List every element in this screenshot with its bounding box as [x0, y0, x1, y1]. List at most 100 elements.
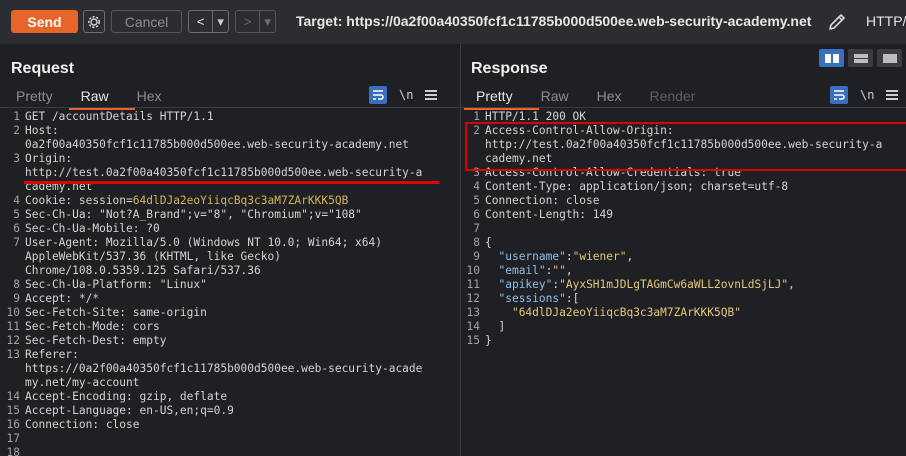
line-text	[485, 278, 498, 292]
line-number: 3	[13, 152, 20, 165]
line-text: Accept: */*	[25, 292, 100, 305]
toolbar: Send Cancel < ▾ > ▾ Target: https://0a2f…	[0, 0, 906, 44]
code-line: 10 "email": "",	[466, 264, 882, 278]
line-text: https://0a2f00a40350fcf1c11785b000d500ee…	[25, 362, 423, 375]
line-text: Sec-Ch-Ua-Mobile: ?0	[25, 222, 160, 235]
line-number: 7	[473, 222, 480, 235]
request-tab-underline	[0, 107, 460, 108]
newline-icon[interactable]: \n	[399, 88, 413, 102]
line-text: Host:	[25, 124, 59, 137]
code-line: 16 Connection: close	[6, 418, 422, 432]
split-columns-toggle[interactable]	[819, 49, 844, 67]
forward-history-dropdown[interactable]: ▾	[259, 11, 275, 32]
line-value: "wiener"	[572, 250, 627, 263]
code-line: 15 Accept-Language: en-US,en;q=0.9	[6, 404, 422, 418]
response-tab-pretty[interactable]: Pretty	[464, 88, 539, 110]
response-tab-raw[interactable]: Raw	[541, 88, 583, 106]
response-wrap-toggle[interactable]	[830, 86, 848, 104]
gear-icon	[88, 15, 100, 28]
protocol-label[interactable]: HTTP/	[866, 13, 906, 29]
back-nav-group: < ▾	[188, 10, 229, 33]
line-number: 8	[13, 278, 20, 291]
code-line: my.net/my-account	[6, 376, 422, 390]
line-text: Sec-Fetch-Site: same-origin	[25, 306, 207, 319]
acao-header-highlight	[465, 122, 906, 171]
line-value: "AyxSH1mJDLgTAGmCw6aWLL2ovnLdSjLJ"	[559, 278, 789, 291]
line-number: 9	[473, 250, 480, 263]
line-number: 16	[6, 418, 20, 431]
split-columns-icon	[824, 53, 839, 63]
send-button[interactable]: Send	[11, 10, 78, 33]
split-rows-toggle[interactable]	[848, 49, 873, 67]
code-line: 13 "64dlDJa2eoYiiqcBq3c3aM7ZArKKK5QB"	[466, 306, 882, 320]
wrap-icon	[373, 90, 384, 100]
forward-nav-group: > ▾	[235, 10, 276, 33]
request-editor[interactable]: 1 GET /accountDetails HTTP/1.1 2 Host: 0a2f0…	[6, 110, 423, 456]
line-text: Content-Type: application/json; charset=…	[485, 180, 789, 193]
json-separator: ,	[565, 264, 573, 277]
forward-button[interactable]: >	[236, 11, 259, 32]
back-history-dropdown[interactable]: ▾	[212, 11, 228, 32]
response-view-tools: \n	[830, 86, 899, 104]
code-line: 4 Cookie: session= 64dlDJa2eoYiiqcBq3c3aM7…	[6, 194, 422, 208]
line-value: "64dlDJa2eoYiiqcBq3c3aM7ZArKKK5QB"	[511, 306, 741, 319]
edit-target-button[interactable]	[826, 11, 848, 33]
line-text	[485, 292, 498, 306]
request-wrap-toggle[interactable]	[369, 86, 387, 104]
response-tab-underline	[461, 107, 906, 108]
line-value: ""	[552, 264, 566, 277]
line-number: 4	[473, 180, 480, 193]
line-text: Referer:	[25, 348, 79, 361]
line-text: {	[485, 236, 492, 249]
response-tab-render[interactable]: Render	[650, 88, 710, 106]
menu-icon[interactable]	[425, 90, 438, 100]
line-text: AppleWebKit/537.36 (KHTML, like Gecko)	[25, 250, 281, 263]
code-line: 17	[6, 432, 422, 446]
line-text: http://test.0a2f00a40350fcf1c11785b000d5…	[25, 166, 423, 179]
line-number	[6, 138, 20, 152]
pane-divider[interactable]	[460, 44, 461, 456]
menu-icon[interactable]	[886, 90, 899, 100]
request-tab-hex[interactable]: Hex	[137, 88, 176, 106]
code-line: 9 Accept: */*	[6, 292, 422, 306]
request-tab-pretty[interactable]: Pretty	[16, 88, 67, 106]
single-pane-toggle[interactable]	[877, 49, 902, 67]
line-value: 64dlDJa2eoYiiqcBq3c3aM7ZArKKK5QB	[132, 194, 349, 207]
code-line: 4 Content-Type: application/json; charset…	[466, 180, 882, 194]
line-number	[6, 362, 20, 376]
line-number: 13	[6, 348, 20, 361]
response-tab-hex[interactable]: Hex	[597, 88, 636, 106]
code-line: 6 Content-Length: 149	[466, 208, 882, 222]
back-button[interactable]: <	[189, 11, 212, 32]
code-line: 10 Sec-Fetch-Site: same-origin	[6, 306, 422, 320]
code-line: 12 Sec-Fetch-Dest: empty	[6, 334, 422, 348]
layout-toggles	[819, 49, 902, 67]
line-number	[6, 264, 20, 278]
line-number: 17	[6, 432, 20, 445]
code-line: http://test.0a2f00a40350fcf1c11785b000d5…	[6, 166, 422, 180]
line-text: Origin:	[25, 152, 73, 165]
code-line: 7 User-Agent: Mozilla/5.0 (Windows NT 10.…	[6, 236, 422, 250]
cancel-button[interactable]: Cancel	[111, 10, 182, 33]
line-number: 5	[473, 194, 480, 207]
code-line: AppleWebKit/537.36 (KHTML, like Gecko)	[6, 250, 422, 264]
line-number	[6, 180, 20, 194]
line-number: 4	[13, 194, 20, 207]
request-tab-raw[interactable]: Raw	[68, 88, 135, 110]
line-text: Sec-Fetch-Mode: cors	[25, 320, 160, 333]
settings-button[interactable]	[83, 10, 105, 33]
line-number: 7	[13, 236, 20, 249]
wrap-icon	[834, 90, 845, 100]
line-number: 18	[6, 446, 20, 456]
json-key: "username"	[498, 250, 566, 263]
line-text: Cookie: session=	[25, 194, 133, 207]
json-separator: :	[565, 250, 573, 263]
origin-underline-highlight	[24, 181, 439, 184]
line-number: 13	[466, 306, 480, 319]
line-text: }	[485, 334, 492, 347]
code-line: 8{	[466, 236, 882, 250]
line-number: 9	[13, 292, 20, 305]
target-label: Target: https://0a2f00a40350fcf1c11785b0…	[296, 13, 812, 29]
newline-icon[interactable]: \n	[860, 88, 874, 102]
response-title: Response	[471, 60, 548, 77]
